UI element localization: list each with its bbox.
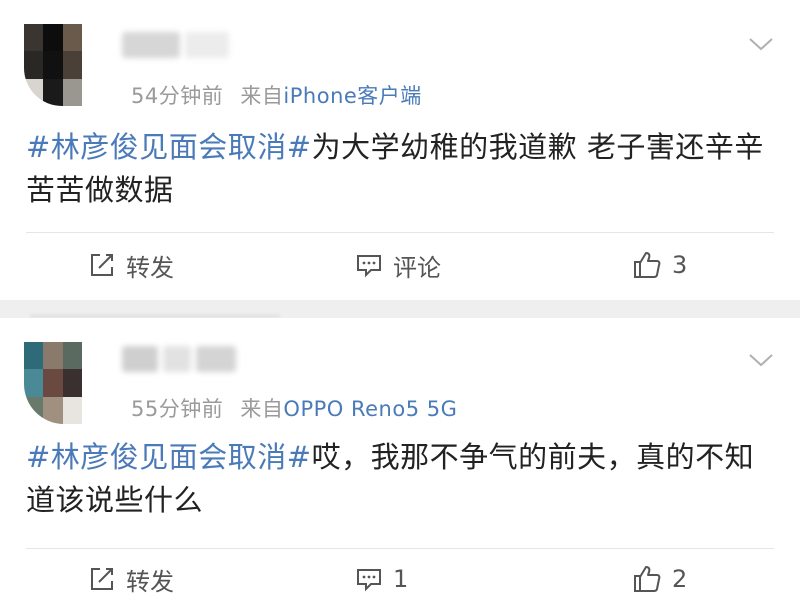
post-source[interactable]: OPPO Reno5 5G	[283, 397, 457, 421]
comment-count: 1	[393, 565, 409, 593]
hashtag-link[interactable]: #林彦俊见面会取消#	[26, 130, 312, 164]
like-button[interactable]: 3	[632, 240, 687, 290]
from-label: 来自	[240, 397, 284, 421]
action-bar: 转发 评论 3	[0, 240, 800, 290]
repost-button[interactable]: 转发	[88, 554, 174, 604]
repost-icon	[91, 254, 113, 276]
like-count: 3	[672, 251, 688, 279]
avatar[interactable]	[24, 342, 100, 424]
like-icon	[634, 566, 661, 592]
comment-label: 评论	[393, 253, 441, 282]
username-blurred[interactable]	[122, 26, 272, 66]
post-meta: 55分钟前 来自OPPO Reno5 5G	[131, 393, 457, 423]
username-blurred[interactable]	[122, 340, 282, 380]
repost-label: 转发	[126, 253, 174, 282]
avatar[interactable]	[24, 24, 100, 106]
from-label: 来自	[240, 84, 284, 108]
hashtag-link[interactable]: #林彦俊见面会取消#	[26, 440, 312, 474]
feed-post: 55分钟前 来自OPPO Reno5 5G #林彦俊见面会取消#哎，我那不争气的…	[0, 318, 800, 615]
action-bar: 转发 1 2	[0, 554, 800, 604]
divider	[26, 548, 774, 549]
feed-post: 54分钟前 来自iPhone客户端 #林彦俊见面会取消#为大学幼稚的我道歉 老子…	[0, 0, 800, 300]
post-meta: 54分钟前 来自iPhone客户端	[131, 80, 422, 110]
like-count: 2	[672, 565, 688, 593]
like-button[interactable]: 2	[632, 554, 687, 604]
post-time: 54分钟前	[131, 84, 224, 108]
repost-button[interactable]: 转发	[88, 240, 174, 290]
comment-icon	[357, 255, 381, 278]
like-icon	[634, 252, 661, 278]
post-divider	[0, 300, 800, 318]
comment-button[interactable]: 1	[355, 554, 408, 604]
post-content: #林彦俊见面会取消#哎，我那不争气的前夫，真的不知道该说些什么	[26, 436, 776, 522]
comment-icon	[357, 569, 381, 592]
repost-label: 转发	[126, 567, 174, 596]
divider	[26, 232, 774, 233]
comment-button[interactable]: 评论	[355, 240, 441, 290]
post-content: #林彦俊见面会取消#为大学幼稚的我道歉 老子害还辛辛苦苦做数据	[26, 126, 776, 212]
chevron-down-icon[interactable]	[748, 352, 774, 368]
post-time: 55分钟前	[131, 397, 224, 421]
repost-icon	[91, 568, 113, 590]
chevron-down-icon[interactable]	[748, 36, 774, 52]
post-source[interactable]: iPhone客户端	[283, 84, 421, 108]
